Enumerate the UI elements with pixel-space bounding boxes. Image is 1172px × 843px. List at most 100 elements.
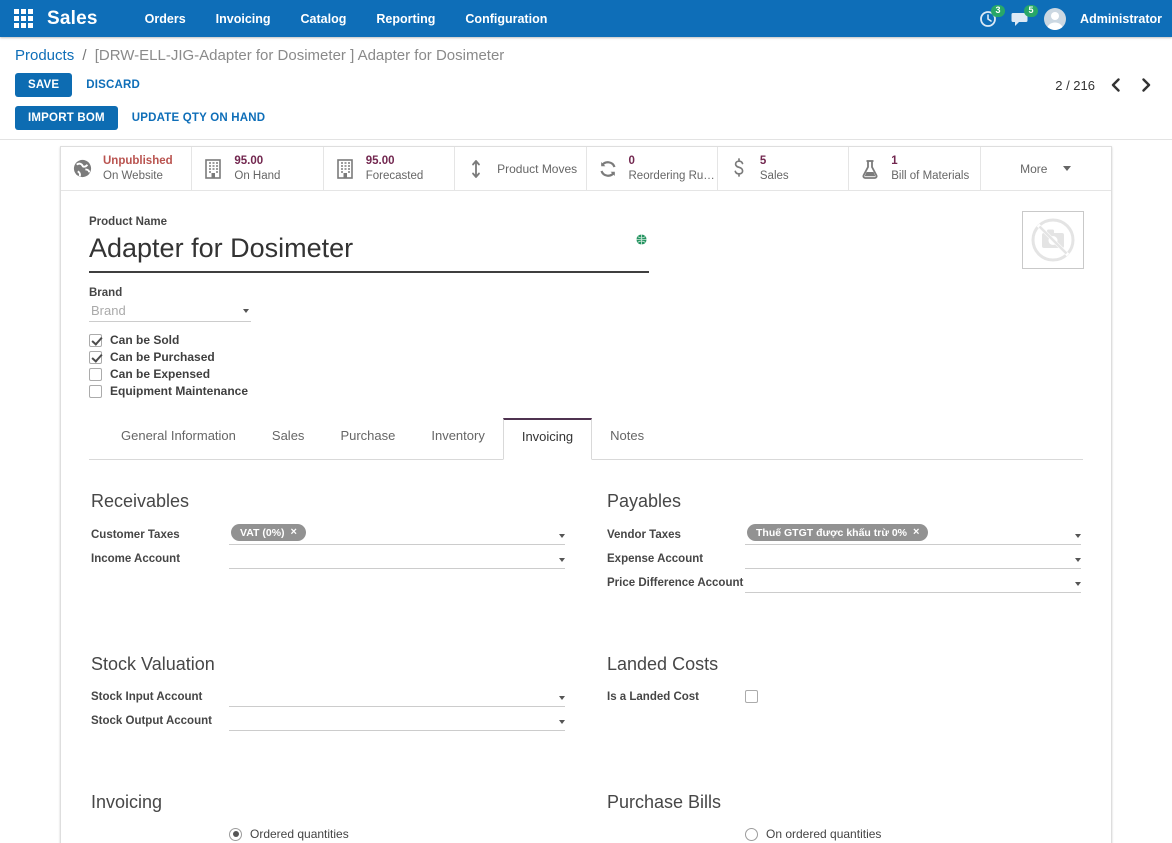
stat-bill-of-materials[interactable]: 1 Bill of Materials [849, 147, 981, 190]
price-difference-account-input[interactable] [745, 574, 1081, 593]
ordered-quantities-label: Ordered quantities [250, 827, 349, 841]
user-avatar[interactable] [1044, 7, 1067, 30]
menu-configuration[interactable]: Configuration [452, 2, 560, 36]
apps-grid-icon[interactable] [14, 9, 33, 28]
pager-next-button[interactable] [1136, 76, 1157, 94]
stat-product-moves[interactable]: Product Moves [455, 147, 587, 190]
on-ordered-quantities-label: On ordered quantities [766, 827, 882, 841]
tab-general-information[interactable]: General Information [103, 418, 254, 459]
ordered-quantities-option[interactable]: Ordered quantities [229, 827, 355, 841]
menu-invoicing[interactable]: Invoicing [203, 2, 284, 36]
is-landed-cost-checkbox[interactable] [745, 690, 758, 703]
pager-previous-button[interactable] [1105, 76, 1126, 94]
can-be-sold-checkbox-row[interactable]: Can be Sold [89, 333, 1083, 347]
tab-sales[interactable]: Sales [254, 418, 323, 459]
remove-tag-icon[interactable]: × [913, 527, 919, 538]
pager-value: 2 / 216 [1055, 77, 1095, 93]
stock-valuation-group: Stock Valuation Stock Input Account Stoc… [91, 654, 565, 734]
product-name-field: Adapter for Dosimeter [89, 228, 649, 273]
is-landed-cost-row: Is a Landed Cost [607, 686, 1081, 707]
can-be-sold-checkbox[interactable] [89, 333, 102, 347]
customer-tax-tag-label: VAT (0%) [240, 526, 285, 539]
chevron-down-icon [1075, 582, 1081, 586]
income-account-row: Income Account [91, 548, 565, 569]
update-qty-on-hand-button[interactable]: UPDATE QTY ON HAND [118, 106, 280, 130]
can-be-purchased-checkbox[interactable] [89, 350, 102, 364]
top-navbar: Sales Orders Invoicing Catalog Reporting… [0, 0, 1172, 37]
import-bom-button[interactable]: IMPORT BOM [15, 106, 118, 130]
income-account-input[interactable] [229, 550, 565, 569]
no-camera-icon [1031, 218, 1075, 262]
activity-clock-icon[interactable]: 3 [979, 4, 1006, 28]
tab-invoicing[interactable]: Invoicing [502, 418, 593, 460]
landed-costs-title: Landed Costs [607, 654, 719, 674]
invoicing-policy-options: Ordered quantities Delivered quantities [229, 825, 355, 843]
more-button[interactable]: More [981, 147, 1111, 190]
purchase-bills-group: Purchase Bills Control Policy On ordered… [607, 792, 1081, 843]
user-menu[interactable]: Administrator [1080, 12, 1162, 26]
landed-costs-group: Landed Costs Is a Landed Cost [607, 654, 1081, 734]
expense-account-label: Expense Account [607, 553, 704, 565]
messages-icon[interactable]: 5 [1011, 4, 1039, 28]
ordered-quantities-radio[interactable] [229, 827, 242, 841]
stat-on-hand[interactable]: 95.00 On Hand [192, 147, 324, 190]
translate-globe-icon[interactable] [636, 232, 647, 250]
building-icon [201, 158, 225, 179]
breadcrumb-current: [DRW-ELL-JIG-Adapter for Dosimeter ] Ada… [94, 47, 505, 64]
equipment-maintenance-checkbox[interactable] [89, 384, 102, 398]
on-ordered-quantities-radio[interactable] [745, 827, 758, 841]
save-button[interactable]: SAVE [15, 73, 73, 97]
tab-notes[interactable]: Notes [592, 418, 662, 459]
product-image-placeholder[interactable] [1022, 211, 1084, 269]
vendor-taxes-row: Vendor Taxes Thuế GTGT được khấu trừ 0% … [607, 523, 1081, 545]
chevron-down-icon [1075, 558, 1081, 562]
reordering-label: Reordering Ru… [628, 169, 715, 182]
customer-tax-tag: VAT (0%) × [231, 524, 306, 541]
menu-orders[interactable]: Orders [132, 2, 199, 36]
menu-reporting[interactable]: Reporting [363, 2, 448, 36]
can-be-expensed-checkbox[interactable] [89, 367, 102, 381]
website-status-value: Unpublished [103, 155, 173, 168]
invoicing-title: Invoicing [91, 792, 163, 812]
on-hand-value: 95.00 [234, 155, 264, 168]
on-ordered-quantities-option[interactable]: On ordered quantities [745, 827, 885, 841]
stat-on-website[interactable]: Unpublished On Website [61, 147, 193, 190]
brand-select[interactable]: Brand [89, 301, 251, 322]
building-icon [333, 158, 357, 179]
breadcrumb-products-link[interactable]: Products [15, 47, 74, 64]
bom-value: 1 [891, 155, 898, 168]
stock-input-account-row: Stock Input Account [91, 686, 565, 707]
remove-tag-icon[interactable]: × [291, 527, 297, 538]
vendor-taxes-input[interactable]: Thuế GTGT được khấu trừ 0% × [745, 523, 1081, 545]
stock-input-account-input[interactable] [229, 688, 565, 707]
app-title[interactable]: Sales [47, 8, 98, 30]
tab-purchase[interactable]: Purchase [322, 418, 413, 459]
tab-inventory[interactable]: Inventory [413, 418, 502, 459]
product-name-input[interactable]: Adapter for Dosimeter [89, 233, 636, 264]
stat-forecasted[interactable]: 95.00 Forecasted [324, 147, 456, 190]
price-difference-account-row: Price Difference Account [607, 572, 1081, 593]
stock-output-account-label: Stock Output Account [91, 715, 212, 727]
equipment-maintenance-checkbox-row[interactable]: Equipment Maintenance [89, 384, 1083, 398]
can-be-purchased-checkbox-row[interactable]: Can be Purchased [89, 350, 1083, 364]
breadcrumb-separator: / [82, 47, 87, 64]
invoicing-tab-content: Receivables Customer Taxes VAT (0%) × In [89, 460, 1083, 843]
stat-reordering-rules[interactable]: 0 Reordering Ru… [587, 147, 718, 190]
action-buttons-row: IMPORT BOM UPDATE QTY ON HAND [15, 106, 1157, 130]
menu-catalog[interactable]: Catalog [288, 2, 360, 36]
can-be-expensed-checkbox-row[interactable]: Can be Expensed [89, 367, 1083, 381]
discard-button[interactable]: DISCARD [72, 73, 154, 97]
save-row: SAVE DISCARD 2 / 216 [15, 73, 1157, 97]
form-body: Product Name Adapter for Dosimeter Brand… [61, 191, 1111, 843]
stat-sales[interactable]: 5 Sales [718, 147, 850, 190]
payables-title: Payables [607, 491, 682, 511]
notebook-tabs: General Information Sales Purchase Inven… [89, 418, 1083, 460]
control-policy-row: Control Policy On ordered quantities On … [607, 824, 1081, 843]
flask-icon [858, 159, 882, 179]
stock-input-account-label: Stock Input Account [91, 691, 203, 703]
refresh-icon [596, 160, 620, 178]
customer-taxes-input[interactable]: VAT (0%) × [229, 523, 565, 545]
product-name-label: Product Name [89, 216, 167, 228]
stock-output-account-input[interactable] [229, 712, 565, 731]
expense-account-input[interactable] [745, 550, 1081, 569]
